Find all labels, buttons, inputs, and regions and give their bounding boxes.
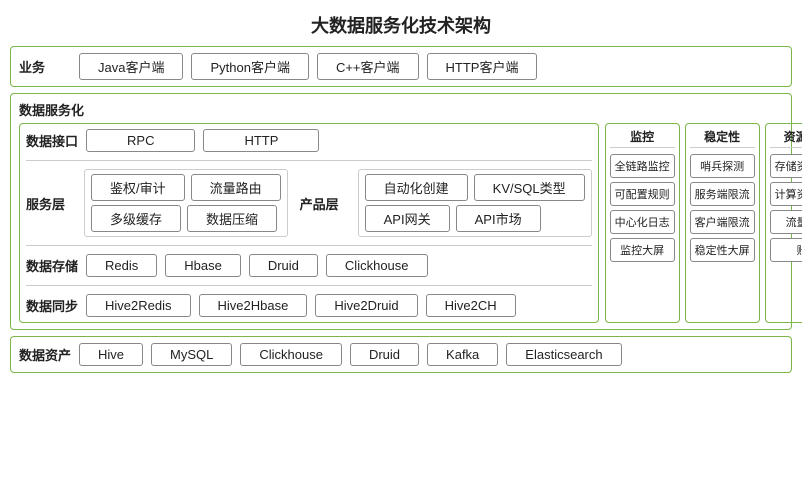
service-product-row: 服务层 鉴权/审计 流量路由 多级缓存 数据压缩 产品层 xyxy=(26,169,592,237)
asset-druid: Druid xyxy=(350,343,419,366)
service-sublayer: 鉴权/审计 流量路由 多级缓存 数据压缩 xyxy=(84,169,288,237)
stability-server-limit: 服务端限流 xyxy=(690,182,755,206)
storage-druid: Druid xyxy=(249,254,318,277)
stability-header: 稳定性 xyxy=(690,128,755,148)
sync-hive2druid: Hive2Druid xyxy=(315,294,417,317)
product-gateway: API网关 xyxy=(365,205,450,232)
resource-compute: 计算资源管理 xyxy=(770,182,802,206)
data-service-layer: 数据服务化 数据接口 RPC HTTP 服务层 鉴权/审计 流量路 xyxy=(10,93,792,330)
storage-label: 数据存储 xyxy=(26,256,78,275)
asset-clickhouse: Clickhouse xyxy=(240,343,342,366)
product-sublayer: 自动化创建 KV/SQL类型 API网关 API市场 xyxy=(358,169,592,237)
service-compress: 数据压缩 xyxy=(187,205,277,232)
resource-traffic: 流量管理 xyxy=(770,210,802,234)
service-auth: 鉴权/审计 xyxy=(91,174,185,201)
sync-hive2redis: Hive2Redis xyxy=(86,294,190,317)
data-asset-layer: 数据资产 Hive MySQL Clickhouse Druid Kafka E… xyxy=(10,336,792,373)
client-python: Python客户端 xyxy=(191,53,308,80)
client-java: Java客户端 xyxy=(79,53,183,80)
monitor-header: 监控 xyxy=(610,128,675,148)
service-traffic: 流量路由 xyxy=(191,174,281,201)
product-kvsql: KV/SQL类型 xyxy=(474,174,585,201)
storage-clickhouse: Clickhouse xyxy=(326,254,428,277)
storage-redis: Redis xyxy=(86,254,157,277)
product-auto: 自动化创建 xyxy=(365,174,468,201)
page-title: 大数据服务化技术架构 xyxy=(0,0,802,46)
interface-row: 数据接口 RPC HTTP xyxy=(26,129,592,152)
product-layer-label: 产品层 xyxy=(300,194,352,213)
service-left-panel: 数据接口 RPC HTTP 服务层 鉴权/审计 流量路由 多级缓存 xyxy=(19,123,599,323)
interface-rpc: RPC xyxy=(86,129,195,152)
monitor-configrule: 可配置规则 xyxy=(610,182,675,206)
resource-col: 资源管理 存储资源管理 计算资源管理 流量管理 账单 xyxy=(765,123,802,323)
service-right-panel: 监控 全链路监控 可配置规则 中心化日志 监控大屏 稳定性 哨兵探测 服务端限流… xyxy=(605,123,802,323)
service-cache: 多级缓存 xyxy=(91,205,181,232)
business-label: 业务 xyxy=(19,57,71,76)
asset-hive: Hive xyxy=(79,343,143,366)
client-http: HTTP客户端 xyxy=(427,53,538,80)
stability-col: 稳定性 哨兵探测 服务端限流 客户端限流 稳定性大屏 xyxy=(685,123,760,323)
interface-http: HTTP xyxy=(203,129,319,152)
data-service-label: 数据服务化 xyxy=(19,100,783,119)
monitor-bigscreen: 监控大屏 xyxy=(610,238,675,262)
business-layer: 业务 Java客户端 Python客户端 C++客户端 HTTP客户端 xyxy=(10,46,792,87)
storage-row: 数据存储 Redis Hbase Druid Clickhouse xyxy=(26,254,592,277)
resource-header: 资源管理 xyxy=(770,128,802,148)
data-asset-label: 数据资产 xyxy=(19,345,71,364)
storage-hbase: Hbase xyxy=(165,254,241,277)
client-cpp: C++客户端 xyxy=(317,53,419,80)
stability-bigscreen: 稳定性大屏 xyxy=(690,238,755,262)
monitor-centralized-log: 中心化日志 xyxy=(610,210,675,234)
asset-elasticsearch: Elasticsearch xyxy=(506,343,621,366)
service-layer-label: 服务层 xyxy=(26,194,78,213)
sync-row: 数据同步 Hive2Redis Hive2Hbase Hive2Druid Hi… xyxy=(26,294,592,317)
product-market: API市场 xyxy=(456,205,541,232)
sync-label: 数据同步 xyxy=(26,296,78,315)
resource-storage: 存储资源管理 xyxy=(770,154,802,178)
stability-client-limit: 客户端限流 xyxy=(690,210,755,234)
interface-label: 数据接口 xyxy=(26,131,78,150)
resource-bill: 账单 xyxy=(770,238,802,262)
asset-mysql: MySQL xyxy=(151,343,232,366)
monitor-col: 监控 全链路监控 可配置规则 中心化日志 监控大屏 xyxy=(605,123,680,323)
asset-kafka: Kafka xyxy=(427,343,498,366)
stability-sentinel: 哨兵探测 xyxy=(690,154,755,178)
sync-hive2ch: Hive2CH xyxy=(426,294,516,317)
sync-hive2hbase: Hive2Hbase xyxy=(199,294,308,317)
monitor-fullchain: 全链路监控 xyxy=(610,154,675,178)
